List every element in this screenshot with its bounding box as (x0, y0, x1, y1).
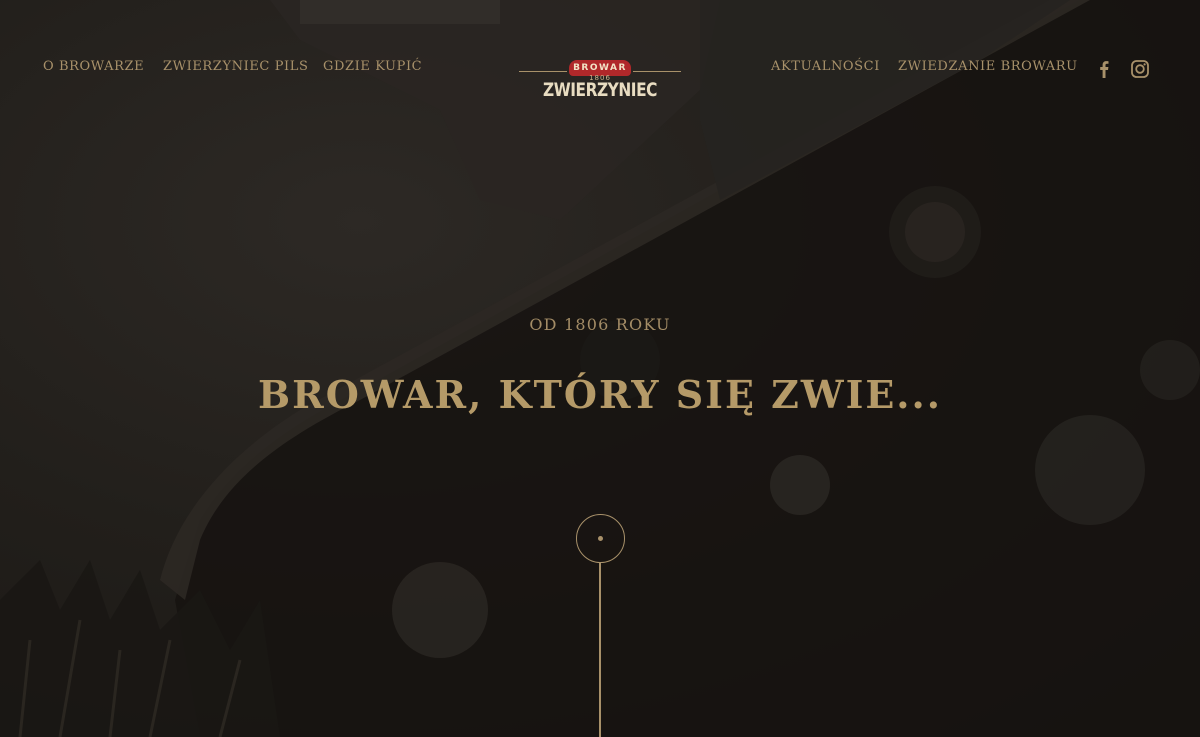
logo-left-rule (519, 71, 567, 72)
nav-item-zwiedzanie-browaru[interactable]: ZWIEDZANIE BROWARU (898, 59, 1078, 74)
nav-item-gdzie-kupic[interactable]: GDZIE KUPIĆ (323, 59, 422, 74)
hero-headline: BROWAR, KTÓRY SIĘ ZWIE... (258, 372, 942, 417)
scroll-dot-icon (598, 536, 603, 541)
logo-wordmark: ZWIERZYNIEC (543, 79, 657, 101)
nav-item-aktualnosci[interactable]: AKTUALNOŚCI (771, 59, 880, 74)
scroll-down-button[interactable] (576, 514, 625, 563)
instagram-link[interactable] (1130, 59, 1150, 79)
nav-item-o-browarze[interactable]: O BROWARZE (43, 59, 144, 74)
brand-logo[interactable]: BROWAR 1806 ZWIERZYNIEC (519, 59, 681, 103)
main-navigation: O BROWARZE ZWIERZYNIEC PILS GDZIE KUPIĆ … (0, 0, 1200, 110)
nav-item-zwierzyniec-pils[interactable]: ZWIERZYNIEC PILS (163, 59, 309, 74)
facebook-icon (1100, 61, 1109, 78)
facebook-link[interactable] (1094, 59, 1114, 79)
instagram-icon (1131, 60, 1149, 78)
logo-right-rule (633, 71, 681, 72)
scroll-line (599, 563, 601, 737)
hero-eyebrow: OD 1806 ROKU (529, 315, 671, 334)
